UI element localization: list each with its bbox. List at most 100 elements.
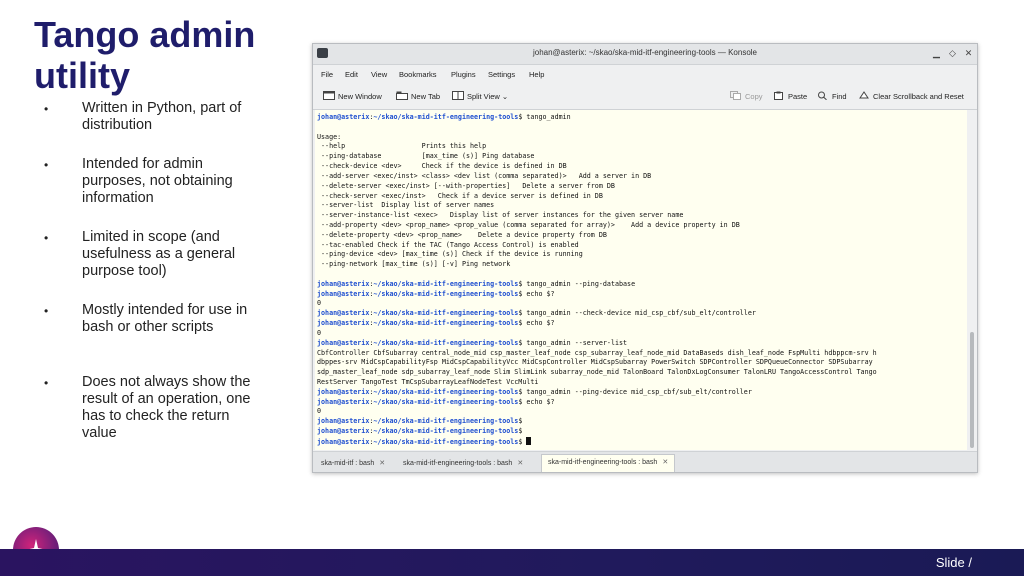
prompt-path: ~/skao/ska-mid-itf-engineering-tools [373, 387, 519, 396]
clear-icon [859, 91, 869, 99]
bullet-dot: • [44, 231, 49, 245]
copy-button[interactable]: Copy [730, 91, 763, 101]
terminal-cursor [526, 436, 532, 445]
terminal-prompt-line: johan@asterix:~/skao/ska-mid-itf-enginee… [317, 279, 636, 288]
tab-bar: ska-mid-itf : bash ✕ ska-mid-itf-engineer… [313, 451, 977, 472]
clear-scrollback-button[interactable]: Clear Scrollback and Reset [858, 91, 964, 101]
terminal-output-line: --add-server <exec/inst> <class> <dev li… [317, 171, 652, 180]
menu-view[interactable]: View [371, 70, 387, 79]
prompt-command: echo $? [526, 319, 555, 328]
terminal-prompt-line: johan@asterix:~/skao/ska-mid-itf-enginee… [317, 113, 571, 121]
terminal-output-line: --ping-network [max_time (s)] [-v] Ping … [317, 260, 511, 269]
bullet-text: Limited in scope (and usefulness as a ge… [82, 229, 236, 279]
bullet-text: Does not always show the result of an op… [82, 374, 251, 441]
prompt-path: ~/skao/ska-mid-itf-engineering-tools [373, 319, 519, 328]
prompt-user: johan@asterix [317, 427, 370, 435]
bullet-dot: • [44, 376, 49, 390]
terminal-output-line: --help Prints this help [317, 142, 487, 151]
prompt-user: johan@asterix [317, 338, 370, 347]
terminal-output-line: 0 [317, 299, 322, 308]
terminal-prompt-line: johan@asterix:~/skao/ska-mid-itf-enginee… [317, 387, 752, 396]
scrollbar-thumb[interactable] [970, 332, 974, 448]
find-button[interactable]: Find [817, 91, 847, 101]
terminal-output-line: --delete-property <dev> <prop_name> Dele… [317, 230, 607, 239]
prompt-path: ~/skao/ska-mid-itf-engineering-tools [373, 309, 519, 318]
terminal-output[interactable]: johan@asterix:~/skao/ska-mid-itf-enginee… [315, 110, 967, 450]
menu-file[interactable]: File [321, 70, 333, 79]
window-title: johan@asterix: ~/skao/ska-mid-itf-engine… [532, 48, 757, 57]
maximize-icon[interactable]: ◇ [947, 48, 958, 59]
menu-edit[interactable]: Edit [345, 70, 358, 79]
prompt-command: tango_admin --server-list [526, 338, 628, 347]
prompt-user: johan@asterix [317, 417, 370, 426]
prompt-command: tango_admin --check-device mid_csp_cbf/s… [526, 309, 756, 318]
prompt-path: ~/skao/ska-mid-itf-engineering-tools [373, 397, 519, 406]
window-titlebar[interactable]: johan@asterix: ~/skao/ska-mid-itf-engine… [313, 44, 977, 65]
split-view-icon [452, 91, 464, 100]
copy-icon [730, 91, 741, 100]
tab-ska-mid-itf[interactable]: ska-mid-itf : bash ✕ [315, 456, 391, 471]
find-label: Find [832, 92, 847, 101]
menu-bar: File Edit View Bookmarks Plugins Setting… [313, 65, 977, 83]
terminal-output-line: --ping-device <dev> [max_time (s)] Check… [317, 250, 583, 259]
chevron-down-icon: ⌄ [501, 92, 509, 101]
terminal-output-line: 0 [317, 328, 322, 337]
terminal-prompt-line: johan@asterix:~/skao/ska-mid-itf-enginee… [317, 417, 527, 426]
prompt-user: johan@asterix [317, 437, 370, 446]
new-window-label: New Window [338, 92, 382, 101]
footer-bar: Slide / [0, 549, 1024, 576]
terminal-prompt-line: johan@asterix:~/skao/ska-mid-itf-enginee… [317, 338, 628, 347]
close-tab-icon[interactable]: ✕ [662, 459, 668, 466]
split-view-label: Split View [467, 92, 500, 101]
close-icon[interactable]: ✕ [963, 48, 974, 59]
prompt-command: tango_admin --ping-device mid_csp_cbf/su… [526, 387, 752, 396]
prompt-user: johan@asterix [317, 309, 370, 318]
paste-button[interactable]: Paste [773, 91, 807, 101]
prompt-command: echo $? [526, 289, 555, 298]
terminal-output-line: --server-list Display list of server nam… [317, 201, 495, 210]
terminal-output-line: --ping-database [max_time (s)] Ping data… [317, 152, 535, 161]
slide-number: Slide / [935, 555, 972, 570]
terminal-scrollbar[interactable] [967, 110, 977, 450]
split-view-button[interactable]: Split View ⌄ [452, 91, 508, 101]
terminal-output-line: --tac-enabled Check if the TAC (Tango Ac… [317, 240, 579, 249]
minimize-icon[interactable]: ▁ [931, 48, 942, 59]
terminal-prompt-line: johan@asterix:~/skao/ska-mid-itf-enginee… [317, 427, 527, 435]
terminal-output-line: sdp_master_leaf_node sdp_subarray_leaf_n… [317, 368, 877, 377]
menu-bookmarks[interactable]: Bookmarks [399, 70, 437, 79]
copy-label: Copy [745, 92, 763, 101]
menu-plugins[interactable]: Plugins [451, 70, 476, 79]
prompt-user: johan@asterix [317, 113, 370, 121]
terminal-output-line: --check-device <dev> Check if the device… [317, 162, 567, 171]
clear-label: Clear Scrollback and Reset [873, 92, 964, 101]
bullet-item: • Limited in scope (and usefulness as a g… [44, 229, 254, 280]
tab-engineering-tools-1[interactable]: ska-mid-itf-engineering-tools : bash ✕ [397, 456, 529, 471]
terminal-prompt-line: johan@asterix:~/skao/ska-mid-itf-enginee… [317, 436, 532, 446]
new-window-button[interactable]: New Window [323, 91, 382, 101]
tab-engineering-tools-2[interactable]: ska-mid-itf-engineering-tools : bash ✕ [541, 454, 676, 472]
bullet-dot: • [44, 158, 49, 172]
prompt-user: johan@asterix [317, 279, 370, 288]
bullet-item: • Does not always show the result of an o… [44, 374, 254, 442]
tab-label: ska-mid-itf-engineering-tools : bash [403, 460, 513, 467]
tab-label: ska-mid-itf : bash [321, 460, 375, 467]
new-tab-button[interactable]: New Tab [396, 91, 440, 101]
prompt-user: johan@asterix [317, 387, 370, 396]
konsole-window: johan@asterix: ~/skao/ska-mid-itf-engine… [312, 43, 978, 473]
close-tab-icon[interactable]: ✕ [379, 460, 385, 467]
prompt-user: johan@asterix [317, 397, 370, 406]
new-window-icon [323, 91, 335, 100]
menu-help[interactable]: Help [529, 70, 544, 79]
tab-label: ska-mid-itf-engineering-tools : bash [548, 459, 658, 466]
terminal-output-line: dbppes-srv MidCspCapabilityFsp MidCspCap… [317, 358, 873, 367]
terminal-output-line: CbfController CbfSubarray central_node_m… [317, 348, 877, 357]
prompt-path: ~/skao/ska-mid-itf-engineering-tools [373, 279, 519, 288]
toolbar: New Window New Tab Split View ⌄ Copy Pas… [313, 83, 977, 110]
bullet-text: Written in Python, part of distribution [82, 100, 242, 133]
paste-icon [774, 91, 783, 100]
menu-settings[interactable]: Settings [488, 70, 515, 79]
close-tab-icon[interactable]: ✕ [517, 460, 523, 467]
paste-label: Paste [788, 92, 808, 101]
bullet-item: • Written in Python, part of distribution [44, 100, 254, 134]
terminal-prompt-line: johan@asterix:~/skao/ska-mid-itf-enginee… [317, 309, 756, 318]
